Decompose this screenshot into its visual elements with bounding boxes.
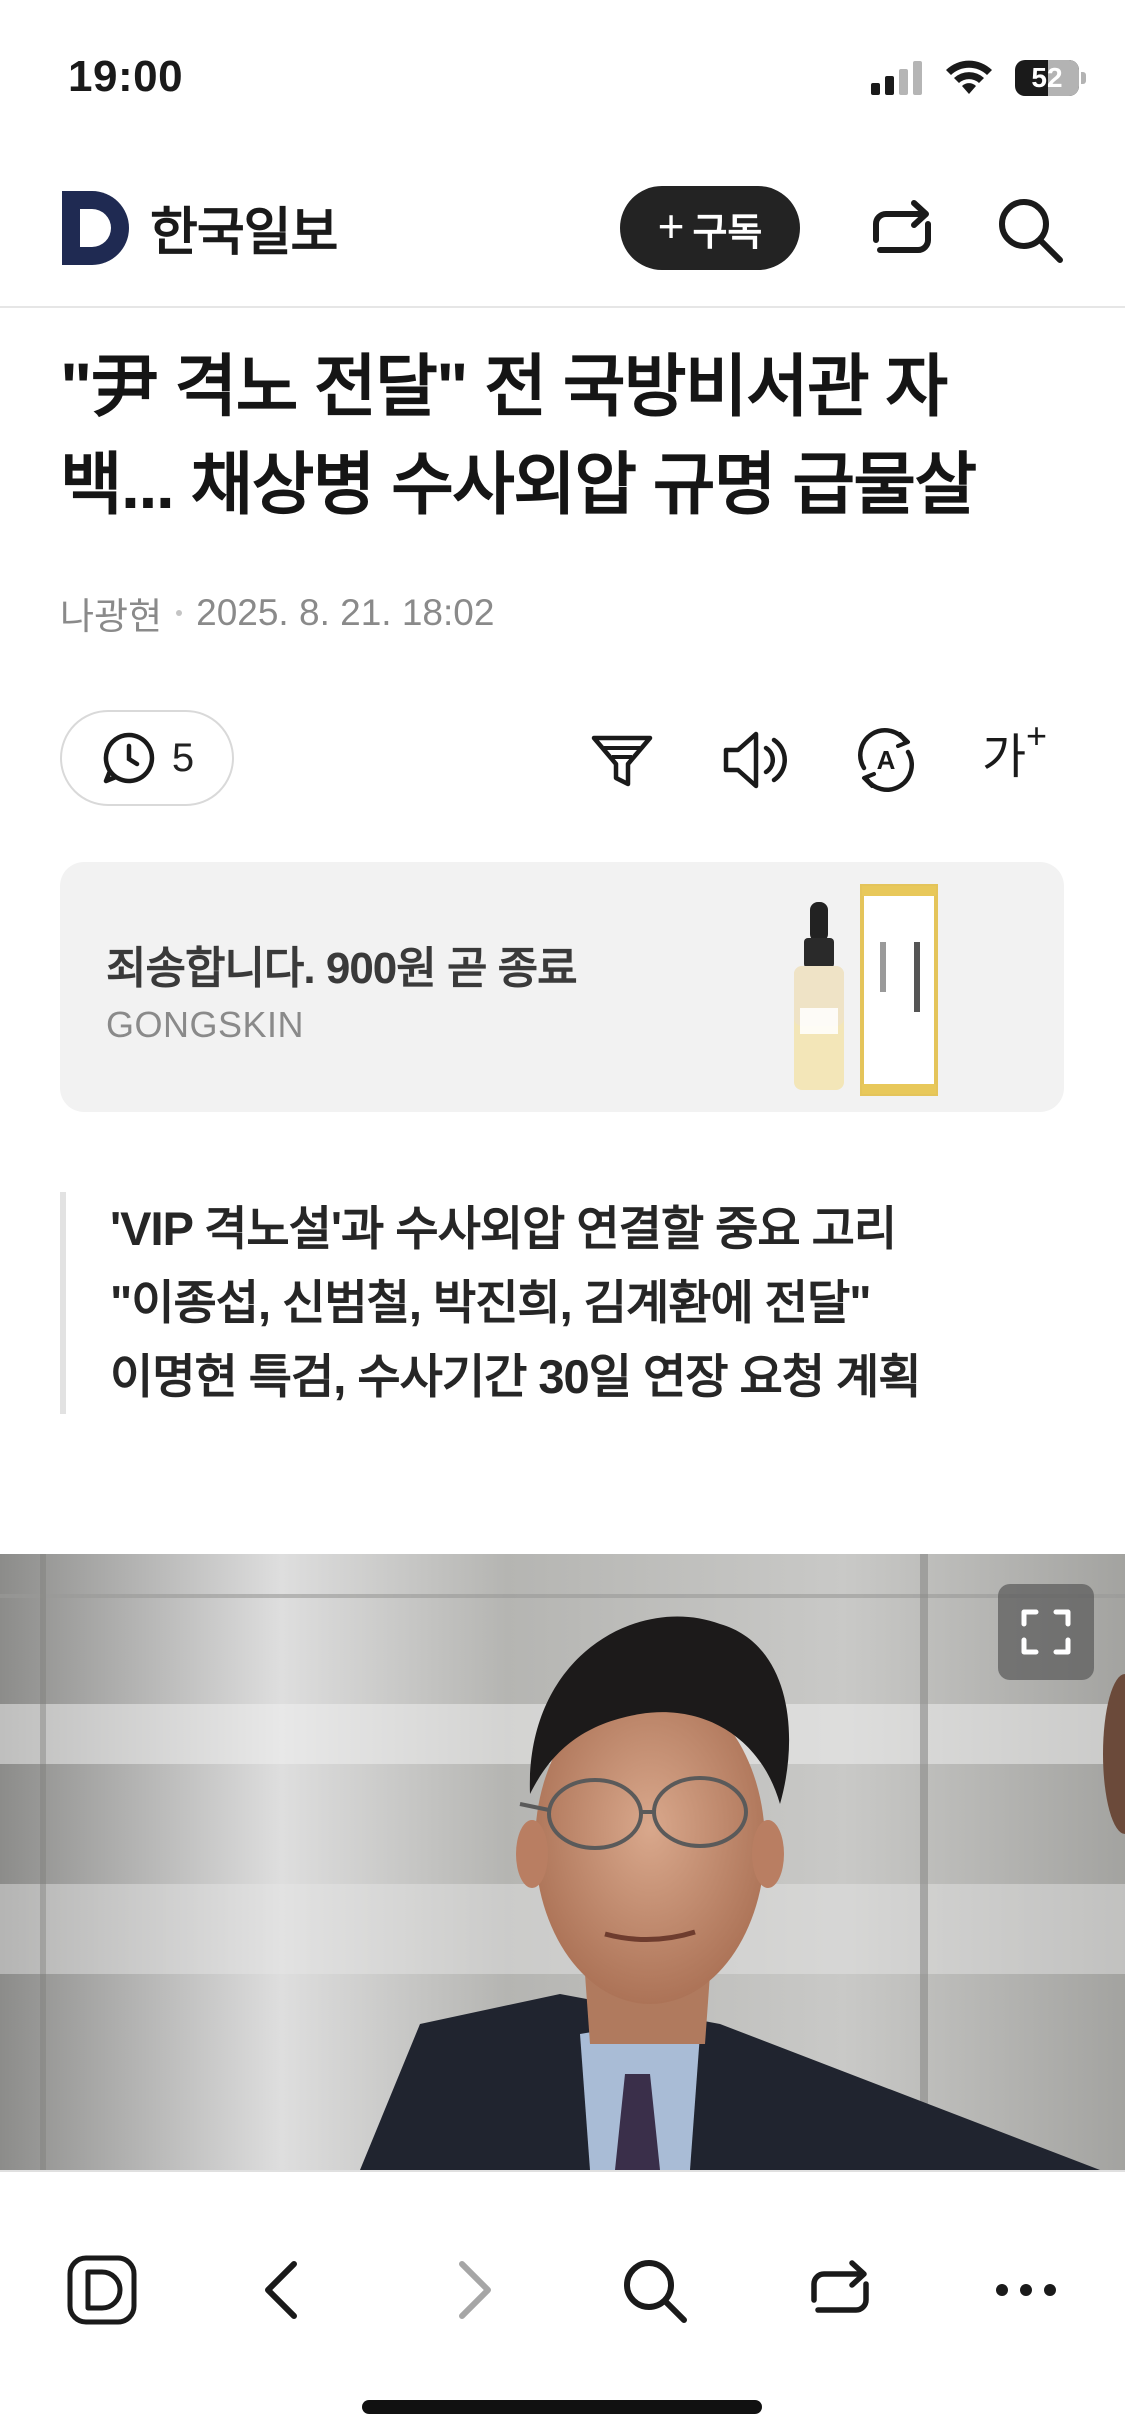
home-indicator[interactable] (362, 2400, 762, 2414)
app-header: 한국일보 + 구독 (0, 150, 1125, 308)
plus-icon: + (1026, 715, 1048, 756)
headline-line: 백... 채상병 수사외압 규명 급물살 (60, 447, 977, 523)
battery-level: 52 (1031, 62, 1063, 93)
font-size-button[interactable]: 가 + (982, 715, 1062, 798)
fullscreen-icon (1021, 1609, 1071, 1655)
publish-datetime: 2025. 8. 21. 18:02 (196, 592, 495, 633)
comment-count: 5 (171, 735, 195, 780)
search-icon[interactable] (990, 190, 1070, 270)
comment-button[interactable]: 5 (60, 710, 234, 806)
subscribe-button[interactable]: + 구독 (620, 186, 800, 270)
cellular-signal-icon (871, 61, 922, 95)
speaker-icon[interactable] (718, 724, 790, 796)
translate-icon[interactable]: A (850, 724, 922, 796)
font-size-label: 가 (982, 731, 1027, 784)
svg-text:A: A (877, 745, 896, 775)
expand-photo-button[interactable] (998, 1584, 1094, 1680)
logo[interactable]: 한국일보 (62, 190, 338, 265)
subscribe-label: 구독 (692, 211, 763, 254)
filter-icon[interactable] (586, 724, 658, 796)
status-bar: 19:00 52 (0, 0, 1125, 150)
summary-line: 이명현 특검, 수사기간 30일 연장 요청 계획 (110, 1350, 922, 1403)
search-icon[interactable] (614, 2250, 694, 2330)
summary-line: 'VIP 격노설'과 수사외압 연결할 중요 고리 (110, 1202, 897, 1255)
separator-dot (176, 610, 183, 616)
article-photo[interactable] (0, 1554, 1125, 2170)
battery-icon: 52 (1015, 60, 1086, 96)
back-icon[interactable] (244, 2250, 324, 2330)
logo-text: 한국일보 (150, 204, 338, 262)
plus-icon: + (657, 200, 685, 252)
article-meta: 나광현 2025. 8. 21. 18:02 (60, 586, 494, 640)
bottom-navigation (0, 2170, 1125, 2436)
ad-title: 죄송합니다. 900원 곧 종료 (106, 944, 578, 993)
logo-d-icon (62, 190, 129, 265)
summary-line: "이종섭, 신범철, 박진희, 김계환에 전달" (110, 1276, 872, 1329)
article-headline: "尹 격노 전달" 전 국방비서관 자 백... 채상병 수사외압 규명 급물살 (60, 338, 1080, 534)
status-time: 19:00 (68, 52, 184, 101)
more-icon[interactable] (986, 2250, 1066, 2330)
article-toolbar: 5 A 가 + (0, 710, 1125, 810)
ad-brand: GONGSKIN (106, 1004, 305, 1045)
headline-line: "尹 격노 전달" 전 국방비서관 자 (60, 349, 948, 425)
comment-clock-icon (103, 732, 155, 784)
status-indicators: 52 (871, 60, 1086, 96)
wifi-icon (946, 60, 992, 94)
author[interactable]: 나광현 (60, 586, 162, 640)
article-summary: 'VIP 격노설'과 수사외압 연결할 중요 고리 "이종섭, 신범철, 박진희… (60, 1192, 1060, 1414)
home-logo-icon[interactable] (62, 2250, 142, 2330)
forward-icon[interactable] (432, 2250, 512, 2330)
share-icon[interactable] (862, 190, 942, 270)
share-icon[interactable] (800, 2250, 880, 2330)
ad-product-image (794, 884, 938, 1096)
ad-banner[interactable]: 죄송합니다. 900원 곧 종료 GONGSKIN (60, 862, 1064, 1112)
